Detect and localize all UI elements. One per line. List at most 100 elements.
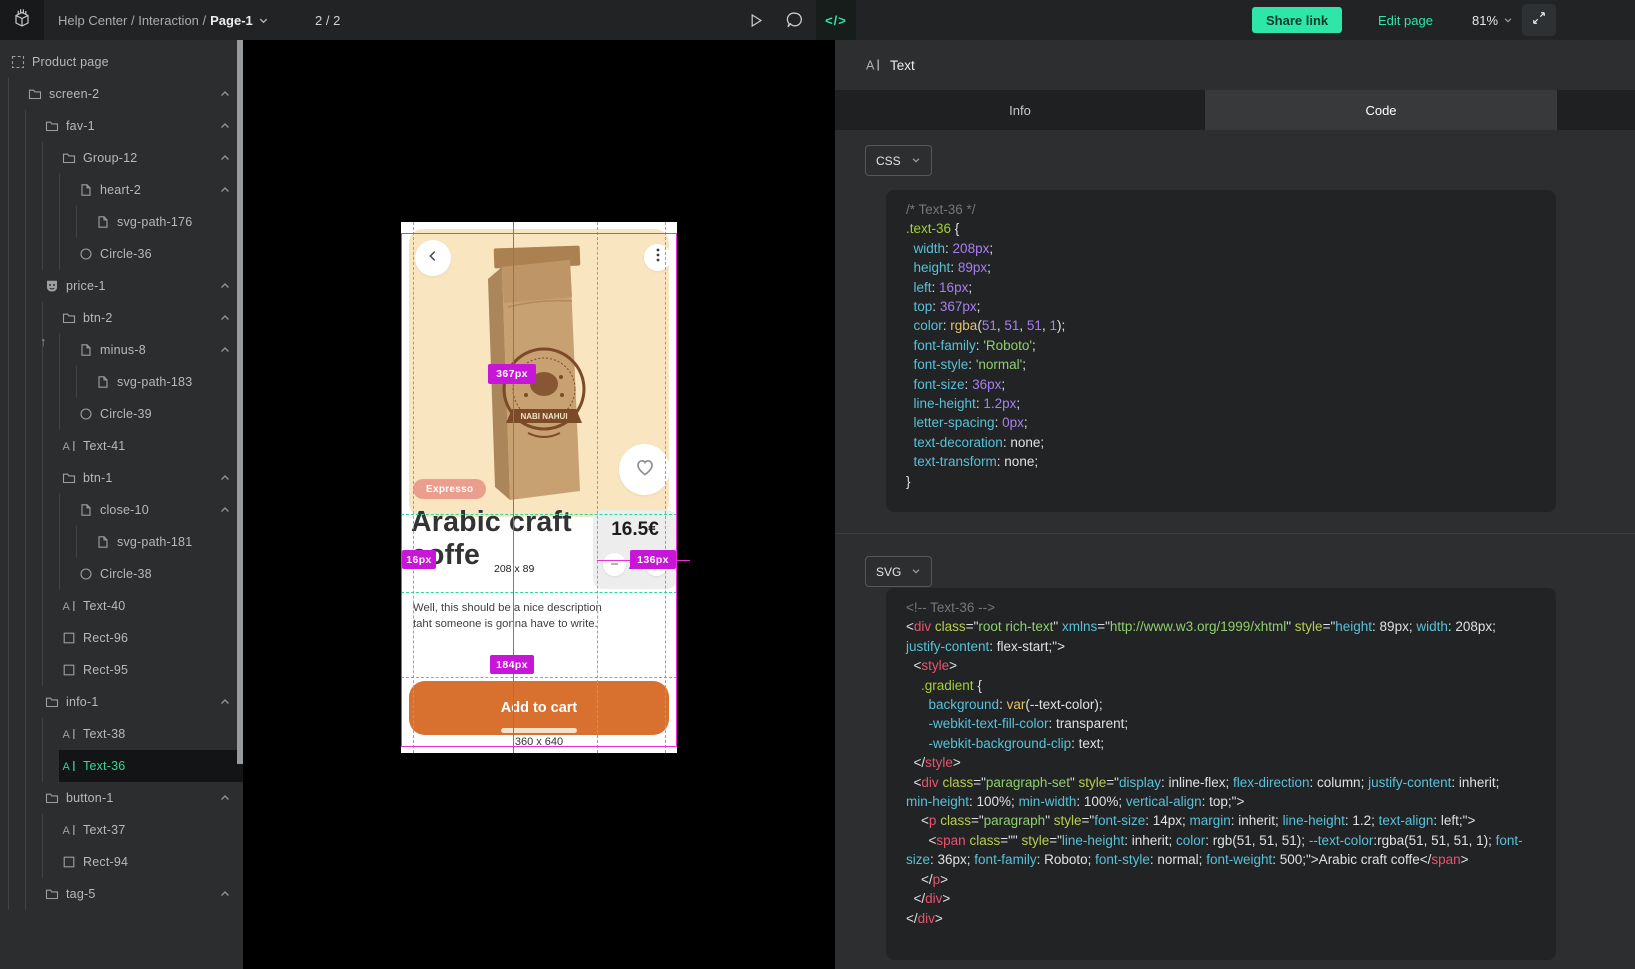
chevron-up-icon[interactable]	[219, 312, 231, 324]
chevron-up-icon[interactable]	[219, 472, 231, 484]
layer-item-heart-2[interactable]: heart-2	[0, 174, 243, 206]
code-line: background: var(--text-color);	[906, 695, 1536, 714]
css-format-select[interactable]: CSS	[865, 145, 932, 176]
chevron-up-icon[interactable]	[219, 344, 231, 356]
code-line: height: 89px;	[906, 258, 1536, 277]
sidebar-scrollbar[interactable]	[237, 40, 243, 764]
chevron-up-icon[interactable]	[219, 280, 231, 292]
layer-item-info-1[interactable]: info-1	[0, 686, 243, 718]
layer-label: price-1	[66, 279, 106, 293]
chevron-up-icon[interactable]	[219, 88, 231, 100]
heart-icon	[633, 455, 657, 484]
layer-item-circle-38[interactable]: Circle-38	[0, 558, 243, 590]
layer-item-text-40[interactable]: AText-40	[0, 590, 243, 622]
indent-guide	[8, 654, 25, 686]
layer-label: Text-41	[83, 439, 125, 453]
layer-label: button-1	[66, 791, 113, 805]
indent-guide	[8, 590, 25, 622]
layer-item-fav-1[interactable]: fav-1	[0, 110, 243, 142]
layer-item-rect-96[interactable]: Rect-96	[0, 622, 243, 654]
measure-label: 184px	[490, 655, 534, 674]
indent-guide	[42, 302, 59, 334]
chevron-down-icon	[911, 565, 921, 579]
layer-item-svg-path-183[interactable]: svg-path-183	[0, 366, 243, 398]
guide-line	[401, 677, 677, 678]
indent-guide	[8, 462, 25, 494]
layer-item-svg-path-176[interactable]: svg-path-176	[0, 206, 243, 238]
layer-item-close-10[interactable]: close-10	[0, 494, 243, 526]
indent-guide	[25, 782, 42, 814]
layer-label: Circle-36	[100, 247, 152, 261]
text-icon: A	[865, 57, 881, 73]
layer-item-minus-8[interactable]: minus-8	[0, 334, 243, 366]
layer-item-btn-1[interactable]: btn-1	[0, 462, 243, 494]
folder-icon	[44, 119, 59, 134]
indent-guide	[42, 622, 59, 654]
folder-icon	[61, 471, 76, 486]
layer-item-button-1[interactable]: button-1	[0, 782, 243, 814]
indent-guide	[8, 238, 25, 270]
layer-item-rect-95[interactable]: Rect-95	[0, 654, 243, 686]
guide-line	[597, 222, 598, 753]
comment-button[interactable]	[776, 0, 814, 40]
layer-item-price-1[interactable]: price-1	[0, 270, 243, 302]
product-tag[interactable]: Expresso	[413, 479, 486, 499]
layer-item-circle-39[interactable]: Circle-39	[0, 398, 243, 430]
svg-text:A: A	[62, 761, 70, 773]
indent-guide	[25, 654, 42, 686]
play-button[interactable]	[736, 0, 774, 40]
indent-guide	[25, 142, 42, 174]
indent-guide	[59, 398, 76, 430]
code-line: .gradient {	[906, 676, 1536, 695]
edit-page-link[interactable]: Edit page	[1378, 0, 1433, 40]
back-button[interactable]	[415, 240, 451, 276]
breadcrumb-current-page: Page-1	[210, 13, 253, 28]
layer-item-text-37[interactable]: AText-37	[0, 814, 243, 846]
css-code-block[interactable]: /* Text-36 */.text-36 { width: 208px; he…	[886, 190, 1556, 512]
favorite-button[interactable]	[619, 444, 669, 495]
indent-guide	[42, 238, 59, 270]
zoom-level: 81%	[1472, 13, 1498, 28]
layer-item-text-41[interactable]: AText-41	[0, 430, 243, 462]
app-logo[interactable]	[0, 0, 44, 40]
layer-item-text-36[interactable]: AText-36	[0, 750, 243, 782]
chevron-up-icon[interactable]	[219, 696, 231, 708]
svg-format-select[interactable]: SVG	[865, 556, 932, 587]
chevron-up-icon[interactable]	[219, 792, 231, 804]
code-line: justify-content: flex-start;">	[906, 637, 1536, 656]
layer-item-screen-2[interactable]: screen-2	[0, 78, 243, 110]
expand-icon	[1532, 11, 1546, 30]
minus-button[interactable]: −	[603, 553, 626, 576]
inspector-header: A Text	[835, 40, 1635, 90]
svg-code-block[interactable]: <!-- Text-36 --><div class="root rich-te…	[886, 588, 1556, 960]
layer-item-text-38[interactable]: AText-38	[0, 718, 243, 750]
layer-item-circle-36[interactable]: Circle-36	[0, 238, 243, 270]
layer-item-product page[interactable]: Product page	[0, 46, 243, 78]
layer-item-btn-2[interactable]: btn-2	[0, 302, 243, 334]
chevron-up-icon[interactable]	[219, 120, 231, 132]
indent-guide	[42, 814, 59, 846]
code-line: min-height: 100%; min-width: 100%; verti…	[906, 792, 1536, 811]
chevron-up-icon[interactable]	[219, 504, 231, 516]
share-link-button[interactable]: Share link	[1252, 7, 1342, 33]
tab-code[interactable]: Code	[1205, 90, 1557, 130]
indent-guide	[25, 398, 42, 430]
indent-guide	[8, 334, 25, 366]
indent-guide	[76, 366, 93, 398]
layer-item-group-12[interactable]: Group-12	[0, 142, 243, 174]
chevron-up-icon[interactable]	[219, 184, 231, 196]
chevron-up-icon[interactable]	[219, 888, 231, 900]
code-view-button[interactable]: </>	[816, 0, 856, 40]
add-to-cart-button[interactable]: Add to cart	[409, 681, 669, 735]
code-line: line-height: 1.2px;	[906, 394, 1536, 413]
fullscreen-button[interactable]	[1522, 4, 1556, 36]
chevron-up-icon[interactable]	[219, 152, 231, 164]
breadcrumb[interactable]: Help Center / Interaction / Page-1	[58, 0, 269, 40]
folder-icon	[44, 695, 59, 710]
chevron-down-icon[interactable]	[258, 15, 269, 26]
layer-item-svg-path-181[interactable]: svg-path-181	[0, 526, 243, 558]
layer-item-rect-94[interactable]: Rect-94	[0, 846, 243, 878]
layer-item-tag-5[interactable]: tag-5	[0, 878, 243, 910]
tab-info[interactable]: Info	[835, 90, 1205, 130]
zoom-control[interactable]: 81%	[1472, 0, 1513, 40]
